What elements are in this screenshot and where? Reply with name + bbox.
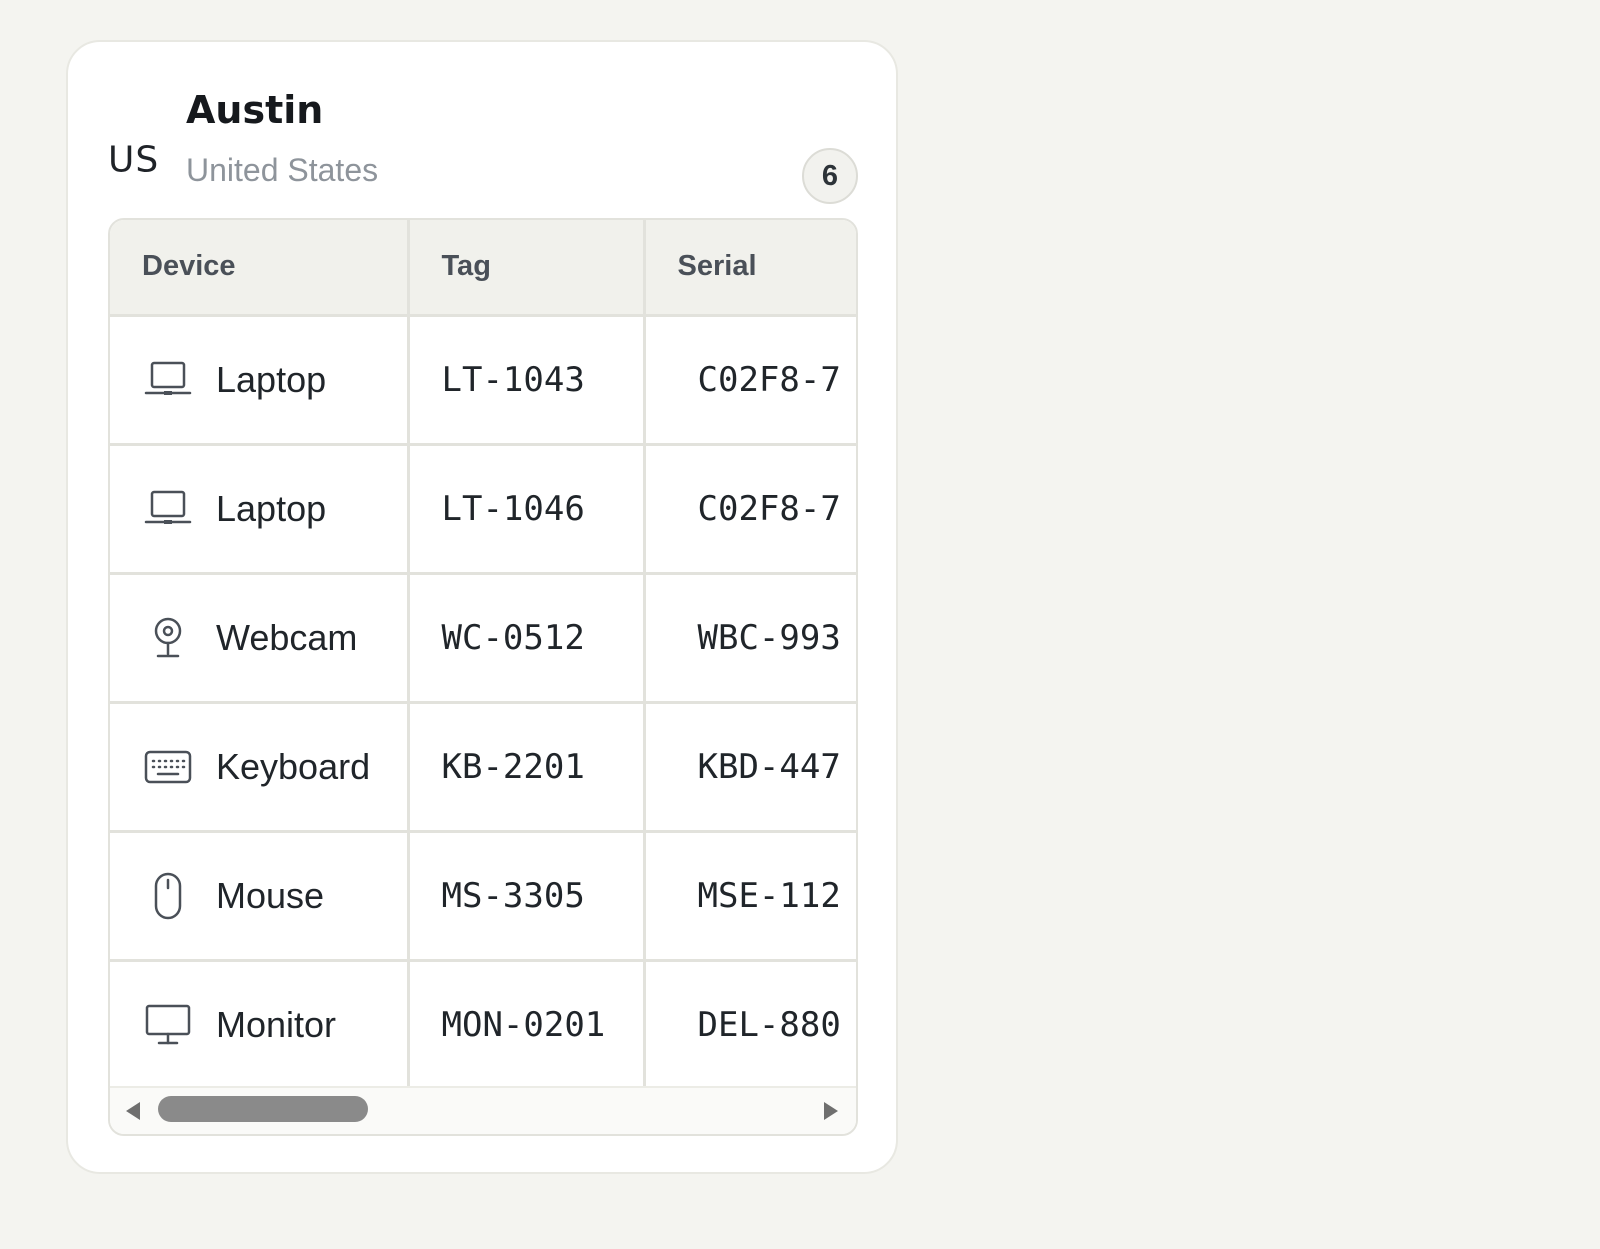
tag-cell: KB-2201 [408,702,646,833]
country-name: United States [186,152,379,188]
keyboard-icon [144,743,192,791]
device-name: Webcam [216,616,358,658]
device-name: Mouse [216,874,325,916]
serial-cell: C02F8-7 [644,315,856,446]
devices-table-container: Device Tag Serial Laptop LT-1043 C02F8-7… [108,218,858,1136]
location-card: US Austin United States 6 Device Tag Ser… [66,40,898,1174]
horizontal-scrollbar[interactable] [110,1086,856,1134]
device-cell: Laptop [110,315,410,446]
serial-cell: KBD-447 [644,702,856,833]
device-cell: Laptop [110,444,410,575]
scroll-left-arrow-icon[interactable] [120,1098,146,1124]
table-header-row: Device Tag Serial [110,220,856,317]
monitor-icon [144,1001,192,1049]
webcam-icon [144,614,192,662]
device-cell: Webcam [110,573,410,704]
tag-cell: WC-0512 [408,573,646,704]
column-header-serial: Serial [644,220,856,317]
device-name: Monitor [216,1003,337,1045]
table-row: Mouse MS-3305 MSE-112 [110,831,856,962]
table-row: Monitor MON-0201 DEL-880 [110,960,856,1088]
card-header: US Austin United States 6 [108,88,858,204]
laptop-icon [144,485,192,533]
serial-cell: MSE-112 [644,831,856,962]
device-cell: Keyboard [110,702,410,833]
table-row: Laptop LT-1046 C02F8-7 [110,444,856,575]
serial-cell: WBC-993 [644,573,856,704]
device-name: Keyboard [216,745,371,787]
column-header-tag: Tag [408,220,646,317]
table-row: Keyboard KB-2201 KBD-447 [110,702,856,833]
country-code: US [108,139,160,181]
tag-cell: LT-1043 [408,315,646,446]
tag-cell: MON-0201 [408,960,646,1088]
tag-cell: MS-3305 [408,831,646,962]
device-name: Laptop [216,358,327,400]
serial-cell: C02F8-7 [644,444,856,575]
devices-table: Device Tag Serial Laptop LT-1043 C02F8-7… [110,220,856,1088]
scrollbar-thumb[interactable] [158,1096,368,1122]
device-name: Laptop [216,487,327,529]
scroll-right-arrow-icon[interactable] [818,1098,844,1124]
devices-table-viewport[interactable]: Device Tag Serial Laptop LT-1043 C02F8-7… [110,220,856,1088]
tag-cell: LT-1046 [408,444,646,575]
laptop-icon [144,356,192,404]
device-cell: Mouse [110,831,410,962]
device-count-badge: 6 [802,148,858,204]
city-name: Austin [186,88,324,132]
column-header-device: Device [110,220,410,317]
device-cell: Monitor [110,960,410,1088]
table-row: Webcam WC-0512 WBC-993 [110,573,856,704]
table-row: Laptop LT-1043 C02F8-7 [110,315,856,446]
mouse-icon [144,872,192,920]
serial-cell: DEL-880 [644,960,856,1088]
